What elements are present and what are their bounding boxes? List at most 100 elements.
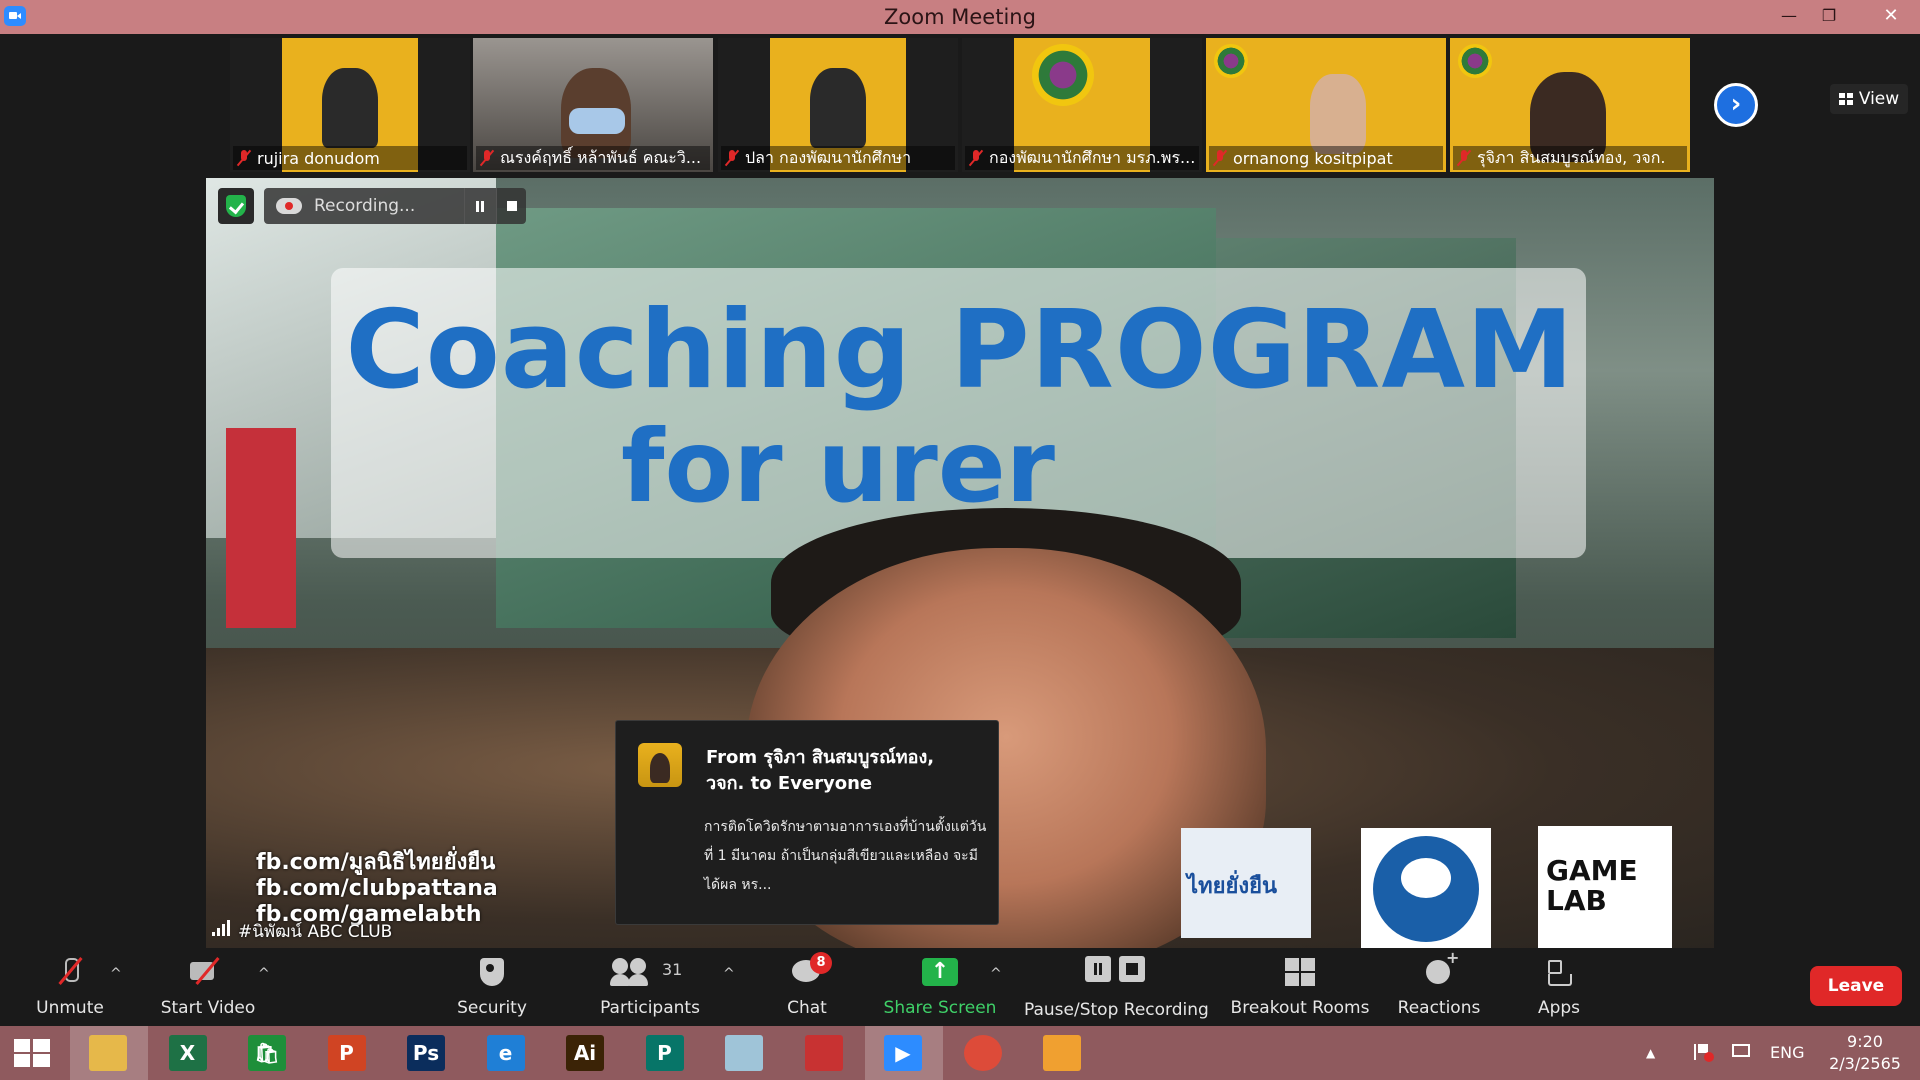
- participant-name: รุจิภา สินสมบูรณ์ทอง, วจก.: [1477, 147, 1666, 167]
- close-window-button[interactable]: ✕: [1862, 0, 1920, 34]
- participant-tile[interactable]: กองพัฒนานักศึกษา มรภ.พร...: [962, 38, 1202, 172]
- taskbar-app-internet-explorer[interactable]: e: [468, 1026, 546, 1080]
- audio-options-chevron-icon[interactable]: ^: [110, 966, 122, 982]
- sender-avatar: [638, 743, 682, 787]
- share-screen-button[interactable]: Share Screen: [880, 950, 1000, 1026]
- alert-dot-icon: [1704, 1052, 1714, 1062]
- photoshop-icon: Ps: [407, 1035, 445, 1071]
- start-video-button[interactable]: Start Video: [158, 950, 258, 1026]
- network-icon[interactable]: [1730, 1026, 1752, 1080]
- start-button[interactable]: [0, 1026, 78, 1080]
- facebook-link: fb.com/มูลนิธิไทยยั่งยืน: [256, 850, 496, 875]
- taskbar-app-photoscape[interactable]: [786, 1026, 864, 1080]
- pause-stop-icon: [1081, 950, 1151, 994]
- system-clock[interactable]: 9:20 2/3/2565: [1820, 1031, 1910, 1075]
- chat-button[interactable]: 8 Chat: [772, 950, 842, 1026]
- shield-icon: [477, 950, 507, 994]
- minimize-button[interactable]: —: [1768, 0, 1810, 34]
- mic-muted-icon: [969, 149, 983, 167]
- taskbar-app-file-explorer[interactable]: [70, 1026, 148, 1080]
- slide-title: Coaching PROGRAM: [345, 288, 1575, 413]
- action-center-flag-icon[interactable]: [1690, 1026, 1714, 1080]
- share-screen-label: Share Screen: [883, 998, 997, 1018]
- mic-muted-icon: [480, 149, 494, 167]
- taskbar-app-chrome[interactable]: [945, 1026, 1023, 1080]
- active-speaker-video: Coaching PROGRAM for urer fb.com/มูลนิธิ…: [206, 178, 1714, 948]
- taskbar-app-illustrator[interactable]: Ai: [547, 1026, 625, 1080]
- taskbar-app-powerpoint[interactable]: P: [309, 1026, 387, 1080]
- zoom-icon: ▶: [884, 1035, 922, 1071]
- logo-text: GAME LAB: [1546, 854, 1638, 917]
- reactions-label: Reactions: [1397, 998, 1481, 1018]
- university-seal-icon: [1214, 44, 1248, 78]
- university-seal-icon: [1032, 44, 1094, 106]
- participant-photo: [1310, 74, 1366, 154]
- participant-tile[interactable]: รุจิภา สินสมบูรณ์ทอง, วจก.: [1450, 38, 1690, 172]
- blue-circle-logo: [1361, 828, 1491, 948]
- next-page-arrow-icon[interactable]: ›: [1714, 83, 1758, 127]
- windows-taskbar: X 🛍 P Ps e Ai P ▶ ▲ ENG 9:20 2/3/2565: [0, 1026, 1920, 1080]
- leave-meeting-button[interactable]: Leave: [1810, 966, 1902, 1006]
- recording-label: Recording...: [314, 196, 416, 216]
- logo-text: ไทยยั่งยืน: [1187, 874, 1278, 899]
- meeting-controls: Unmute ^ Start Video ^ Security 31 Parti…: [0, 948, 1920, 1026]
- participant-gallery: rujira donudom ณรงค์ฤทธิ์ หล้าพันธ์ คณะว…: [0, 34, 1920, 176]
- pause-stop-recording-button[interactable]: Pause/Stop Recording: [1024, 950, 1209, 1026]
- mic-muted-icon: [237, 149, 251, 167]
- security-label: Security: [457, 998, 527, 1018]
- face-mask: [569, 108, 625, 134]
- breakout-rooms-icon: [1283, 950, 1317, 994]
- window-title: Zoom Meeting: [884, 5, 1036, 29]
- view-button[interactable]: View: [1830, 84, 1908, 114]
- paint-icon: [1043, 1035, 1081, 1071]
- participant-name: ณรงค์ฤทธิ์ หล้าพันธ์ คณะวิ...: [500, 147, 702, 167]
- participant-tile[interactable]: ปลา กองพัฒนานักศึกษา: [718, 38, 958, 172]
- taskbar-app-paint[interactable]: [1024, 1026, 1102, 1080]
- apps-button[interactable]: Apps: [1524, 950, 1594, 1026]
- participant-name: กองพัฒนานักศึกษา มรภ.พร...: [989, 147, 1196, 167]
- video-options-chevron-icon[interactable]: ^: [258, 966, 270, 982]
- pause-recording-button[interactable]: [464, 188, 496, 224]
- monitor-icon: [1732, 1044, 1750, 1057]
- show-hidden-icons-button[interactable]: ▲: [1646, 1026, 1655, 1080]
- photoscape-icon: [804, 1035, 843, 1071]
- grid-view-icon: [1838, 93, 1853, 105]
- taskbar-app-zoom[interactable]: ▶: [865, 1026, 943, 1080]
- windows-logo-icon: [14, 1039, 50, 1067]
- signal-strength-icon: [212, 920, 232, 936]
- facebook-link: fb.com/clubpattana: [256, 876, 498, 901]
- participant-tile[interactable]: ณรงค์ฤทธิ์ หล้าพันธ์ คณะวิ...: [473, 38, 713, 172]
- chat-notification-popup[interactable]: From รุจิภา สินสมบูรณ์ทอง, วจก. to Every…: [615, 720, 999, 925]
- store-icon: 🛍: [248, 1035, 286, 1071]
- stop-recording-button[interactable]: [496, 188, 526, 224]
- clock-time: 9:20: [1847, 1032, 1883, 1051]
- unmute-button[interactable]: Unmute: [30, 950, 110, 1026]
- participants-options-chevron-icon[interactable]: ^: [723, 966, 735, 982]
- taskbar-app-notes[interactable]: [706, 1026, 784, 1080]
- taskbar-app-store[interactable]: 🛍: [229, 1026, 307, 1080]
- publisher-icon: P: [645, 1035, 684, 1071]
- participants-button[interactable]: 31 Participants: [598, 950, 702, 1026]
- chat-bubble-icon: 8: [790, 950, 832, 994]
- notes-icon: [725, 1035, 763, 1071]
- facebook-links: fb.com/มูลนิธิไทยยั่งยืน fb.com/clubpatt…: [256, 850, 498, 928]
- taskbar-app-publisher[interactable]: P: [627, 1026, 705, 1080]
- reactions-button[interactable]: Reactions: [1394, 948, 1484, 1026]
- recording-indicator: Recording...: [264, 188, 526, 224]
- participant-photo: [810, 68, 866, 148]
- internet-explorer-icon: e: [486, 1035, 525, 1071]
- encryption-shield-icon[interactable]: [218, 188, 254, 224]
- taskbar-app-excel[interactable]: X: [150, 1026, 228, 1080]
- security-button[interactable]: Security: [452, 950, 532, 1026]
- restore-button[interactable]: ❐: [1808, 0, 1850, 34]
- apps-icon: [1542, 950, 1576, 994]
- breakout-rooms-button[interactable]: Breakout Rooms: [1230, 950, 1370, 1026]
- powerpoint-icon: P: [327, 1035, 366, 1071]
- input-language[interactable]: ENG: [1770, 1026, 1804, 1080]
- taskbar-app-photoshop[interactable]: Ps: [388, 1026, 466, 1080]
- share-options-chevron-icon[interactable]: ^: [990, 966, 1002, 982]
- unmute-label: Unmute: [36, 998, 104, 1018]
- participant-tile[interactable]: rujira donudom: [230, 38, 470, 172]
- video-background: [226, 428, 296, 628]
- participant-tile[interactable]: ornanong kositpipat: [1206, 38, 1446, 172]
